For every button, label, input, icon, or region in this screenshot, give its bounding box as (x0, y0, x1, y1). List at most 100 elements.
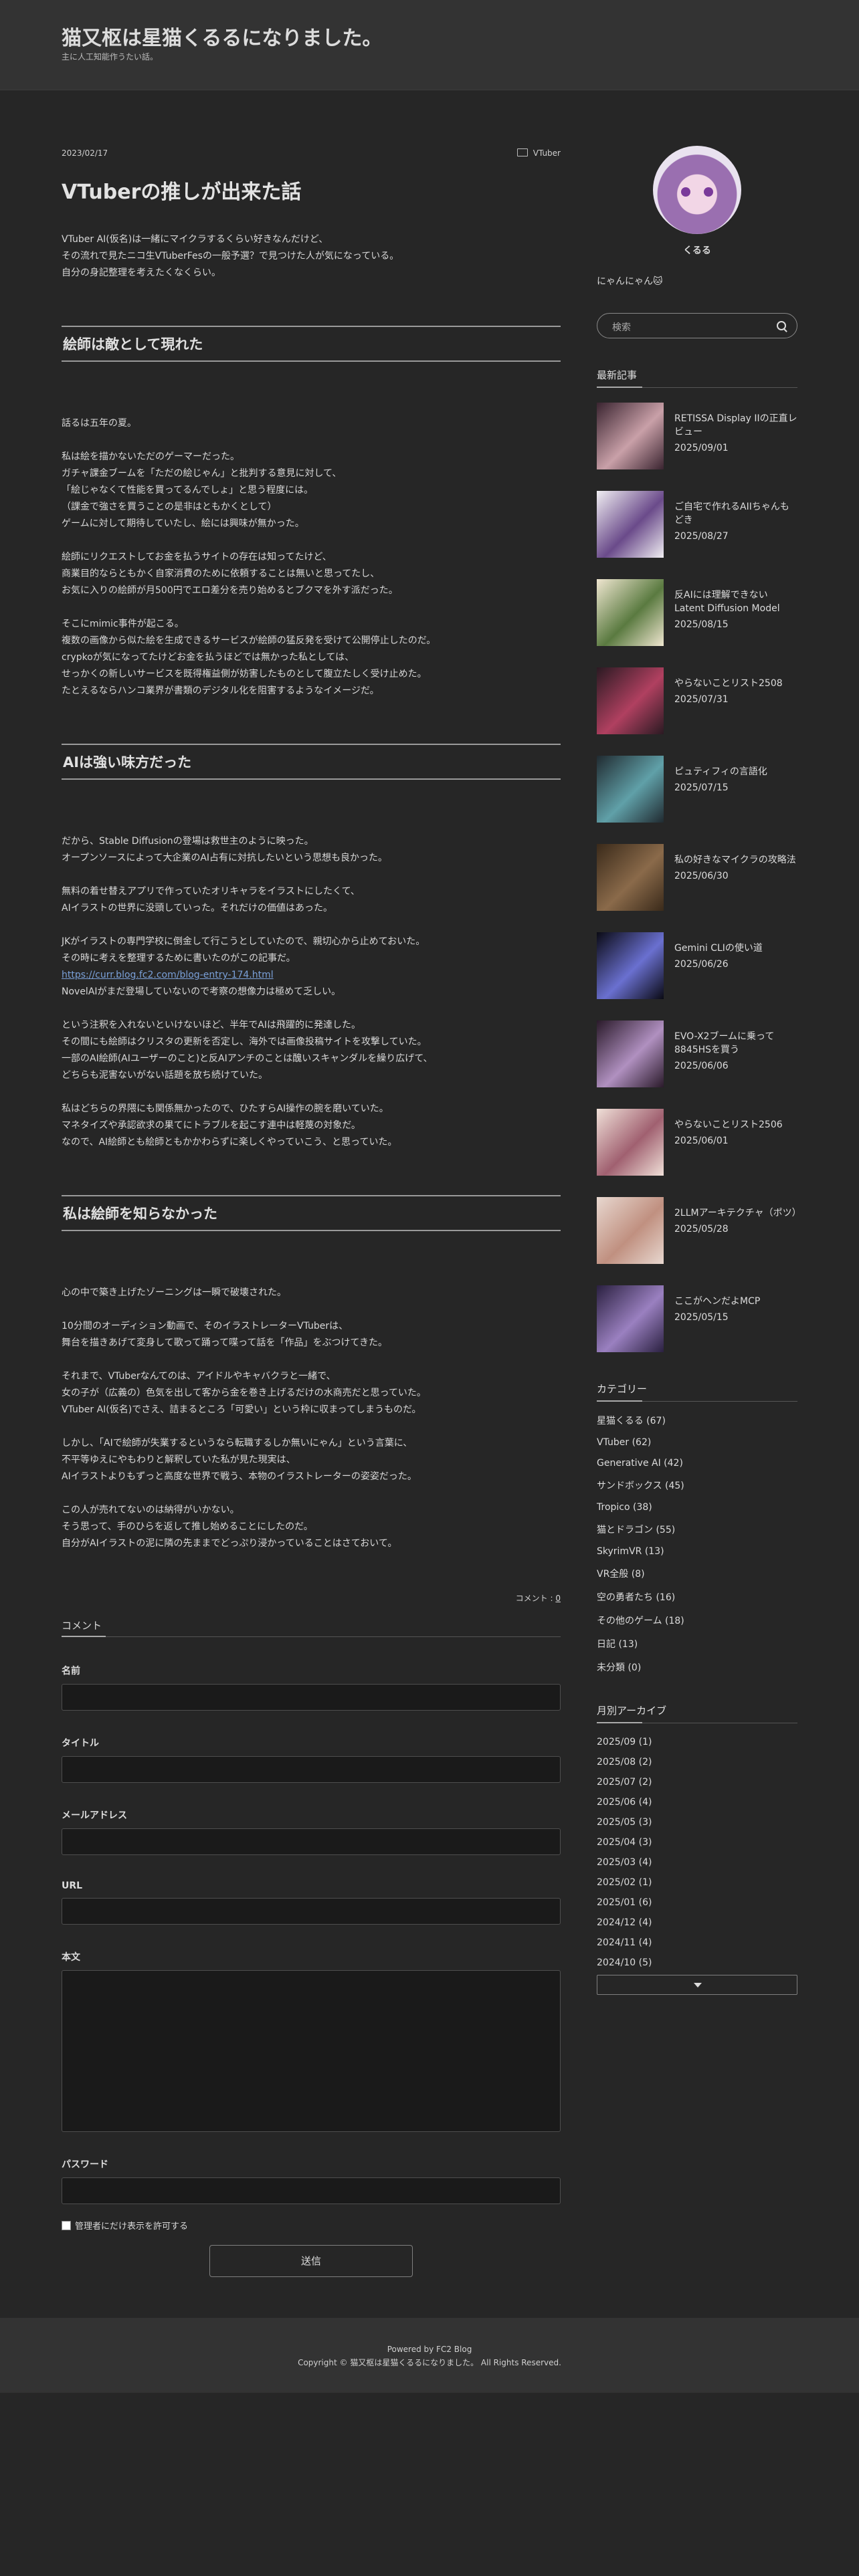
recent-post-title[interactable]: EVO-X2ブームに乗って8845HSを買う (674, 1030, 797, 1057)
archive-item[interactable]: 2024/11 (4) (597, 1937, 797, 1948)
archive-item[interactable]: 2025/03 (4) (597, 1857, 797, 1868)
recent-post-title[interactable]: RETISSA Display IIの正直レビュー (674, 412, 797, 439)
password-input[interactable] (62, 2177, 561, 2204)
post-thumbnail[interactable] (597, 756, 664, 823)
archive-item[interactable]: 2025/09 (1) (597, 1737, 797, 1747)
body-textarea[interactable] (62, 1970, 561, 2132)
recent-post-item[interactable]: 反AIには理解できないLatent Diffusion Model 2025/08… (597, 579, 797, 646)
name-input[interactable] (62, 1684, 561, 1711)
recent-post-item[interactable]: EVO-X2ブームに乗って8845HSを買う 2025/06/06 (597, 1021, 797, 1087)
archive-item[interactable]: 2025/07 (2) (597, 1777, 797, 1788)
archive-more-button[interactable] (597, 1975, 797, 1995)
recent-post-item[interactable]: Gemini CLIの使い道 2025/06/26 (597, 932, 797, 999)
submit-button[interactable]: 送信 (209, 2245, 413, 2277)
archive-item[interactable]: 2025/02 (1) (597, 1877, 797, 1888)
category-item[interactable]: Tropico (38) (597, 1502, 797, 1513)
comment-count-label: コメント (515, 1594, 548, 1603)
password-label: パスワード (62, 2159, 108, 2170)
body-label: 本文 (62, 1952, 80, 1963)
category-item[interactable]: 猫とドラゴン (55) (597, 1523, 797, 1536)
recent-post-item[interactable]: ここがヘンだよMCP 2025/05/15 (597, 1285, 797, 1352)
post-thumbnail[interactable] (597, 932, 664, 999)
search-input[interactable]: 検索 (597, 313, 797, 338)
recent-post-item[interactable]: やらないことリスト2508 2025/07/31 (597, 667, 797, 734)
site-title[interactable]: 猫又枢は星猫くるるになりました。 (62, 21, 382, 51)
search-icon[interactable] (777, 321, 786, 330)
secret-label: 管理者にだけ表示を許可する (75, 2222, 189, 2232)
post-date: 2023/02/17 (62, 148, 108, 158)
post-thumbnail[interactable] (597, 1109, 664, 1176)
recent-post-title[interactable]: 反AIには理解できないLatent Diffusion Model (674, 588, 797, 615)
post-thumbnail[interactable] (597, 844, 664, 911)
recent-post-title[interactable]: ピュティフィの言語化 (674, 765, 797, 778)
recent-post-date: 2025/06/30 (674, 871, 729, 881)
recent-post-item[interactable]: ピュティフィの言語化 2025/07/15 (597, 756, 797, 823)
blog-entry-link[interactable]: https://curr.blog.fc2.com/blog-entry-174… (62, 967, 561, 984)
recent-post-item[interactable]: 2LLMアーキテクチャ（ポツ） 2025/05/28 (597, 1197, 801, 1264)
category-item[interactable]: 日記 (13) (597, 1637, 797, 1650)
post-category-link[interactable]: VTuber (516, 148, 561, 158)
secret-checkbox[interactable] (62, 2221, 71, 2230)
url-input[interactable] (62, 1898, 561, 1925)
recent-post-title[interactable]: 2LLMアーキテクチャ（ポツ） (674, 1206, 801, 1220)
category-item[interactable]: 空の勇者たち (16) (597, 1590, 797, 1604)
recent-post-title[interactable]: 私の好きなマイクラの攻略法 (674, 853, 797, 867)
text-line: 心の中で築き上げたゾーニングは一瞬で破壊された。 (62, 1287, 286, 1298)
text-line: その流れで見たニコ生VTuberFesの一般予選？で見つけた人が気になっている。 (62, 251, 399, 261)
recent-post-item[interactable]: RETISSA Display IIの正直レビュー 2025/09/01 (597, 403, 797, 469)
category-item[interactable]: Generative AI (42) (597, 1458, 797, 1469)
post-category-label: VTuber (533, 148, 561, 158)
category-item[interactable]: VR全般 (8) (597, 1567, 797, 1580)
text-line: 私はどちらの界隈にも関係無かったので、ひたすらAI操作の腕を磨いていた。 (62, 1103, 389, 1114)
recent-post-title[interactable]: やらないことリスト2508 (674, 677, 797, 690)
archive-item[interactable]: 2024/10 (5) (597, 1957, 797, 1968)
post-thumbnail[interactable] (597, 1197, 664, 1264)
post-thumbnail[interactable] (597, 403, 664, 469)
comment-count-link[interactable]: 0 (555, 1594, 561, 1603)
category-item[interactable]: サンドボックス (45) (597, 1479, 797, 1492)
text-line: 「絵じゃなくて性能を買ってるんでしょ」と思う程度には。 (62, 485, 314, 496)
mail-input[interactable] (62, 1828, 561, 1855)
category-item[interactable]: VTuber (62) (597, 1437, 797, 1448)
archive-item[interactable]: 2025/08 (2) (597, 1757, 797, 1767)
category-item[interactable]: 未分類 (0) (597, 1660, 797, 1674)
text-line: オープンソースによって大企業のAI占有に対抗したいという思想も良かった。 (62, 853, 388, 863)
category-item[interactable]: その他のゲーム (18) (597, 1614, 797, 1627)
archive-item[interactable]: 2025/06 (4) (597, 1797, 797, 1808)
archive-item[interactable]: 2024/12 (4) (597, 1917, 797, 1928)
archive-item[interactable]: 2025/04 (3) (597, 1837, 797, 1848)
section-body: だから、Stable Diffusionの登場は救世主のように映った。 オープンソ… (62, 833, 561, 1151)
category-item[interactable]: 星猫くるる (67) (597, 1414, 797, 1427)
text-line: お気に入りの絵師が月500円でエロ差分を売り始めるとブクマを外す派だった。 (62, 585, 398, 596)
text-line: という注釈を入れないといけないほど、半年でAIは飛躍的に発達した。 (62, 1020, 361, 1031)
title-input[interactable] (62, 1756, 561, 1783)
post-thumbnail[interactable] (597, 1021, 664, 1087)
recent-post-title[interactable]: Gemini CLIの使い道 (674, 942, 797, 955)
recent-post-title[interactable]: ここがヘンだよMCP (674, 1295, 797, 1308)
category-item[interactable]: SkyrimVR (13) (597, 1546, 797, 1557)
recent-post-item[interactable]: ご自宅で作れるAIIちゃんもどき 2025/08/27 (597, 491, 797, 558)
archive-item[interactable]: 2025/05 (3) (597, 1817, 797, 1828)
section-body: 心の中で築き上げたゾーニングは一瞬で破壊された。 10分間のオーディション動画で、… (62, 1285, 561, 1552)
section-body: 話るは五年の夏。 私は絵を描かないただのゲーマーだった。 ガチャ課金ブームを「ただの… (62, 415, 561, 700)
post-thumbnail[interactable] (597, 491, 664, 558)
recent-post-title[interactable]: やらないことリスト2506 (674, 1118, 797, 1132)
recent-post-item[interactable]: 私の好きなマイクラの攻略法 2025/06/30 (597, 844, 797, 911)
post-thumbnail[interactable] (597, 667, 664, 734)
text-line: 私は絵を描かないただのゲーマーだった。 (62, 451, 240, 462)
recent-post-title[interactable]: ご自宅で作れるAIIちゃんもどき (674, 500, 797, 527)
post-thumbnail[interactable] (597, 1285, 664, 1352)
post-thumbnail[interactable] (597, 579, 664, 646)
archive-title: 月別アーカイブ (597, 1703, 797, 1723)
author-name: くるる (683, 245, 711, 256)
archive-item[interactable]: 2025/01 (6) (597, 1897, 797, 1908)
recent-post-item[interactable]: やらないことリスト2506 2025/06/01 (597, 1109, 797, 1176)
post-title: VTuberの推しが出来た話 (62, 181, 302, 204)
text-line: NovelAIがまだ登場していないので考察の想像力は極めて乏しい。 (62, 986, 341, 997)
powered-by[interactable]: Powered by FC2 Blog (0, 2345, 859, 2354)
